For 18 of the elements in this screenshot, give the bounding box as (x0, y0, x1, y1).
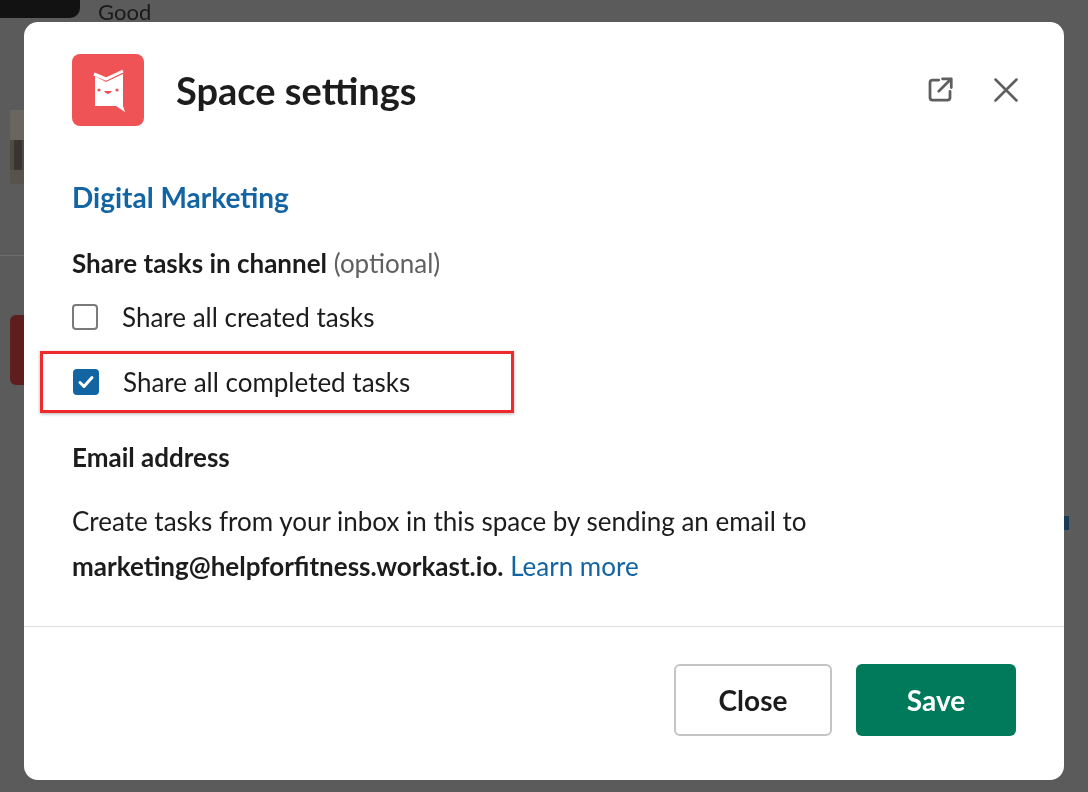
app-logo-icon (72, 54, 144, 126)
checkbox-label: Share all created tasks (122, 301, 375, 333)
check-icon (77, 373, 95, 391)
checkbox-label: Share all completed tasks (123, 366, 411, 398)
email-address: marketing@helpforfitness.workast.io. (72, 550, 504, 582)
message-text: Good (98, 0, 152, 24)
email-description: Create tasks from your inbox in this space by sending an email to (72, 505, 807, 537)
save-button[interactable]: Save (856, 663, 1016, 736)
checkbox[interactable] (72, 304, 98, 330)
checkbox[interactable] (73, 369, 99, 395)
optional-note: (optional) (333, 247, 441, 279)
close-button[interactable]: Close (674, 663, 832, 736)
learn-more-link[interactable]: Learn more (510, 550, 639, 582)
dialog-title: Space settings (176, 65, 417, 115)
space-link[interactable]: Digital Marketing (72, 180, 289, 214)
text-fragment (1064, 516, 1069, 530)
section-label: Share tasks in channel (72, 247, 328, 279)
section-label: Email address (72, 441, 231, 473)
